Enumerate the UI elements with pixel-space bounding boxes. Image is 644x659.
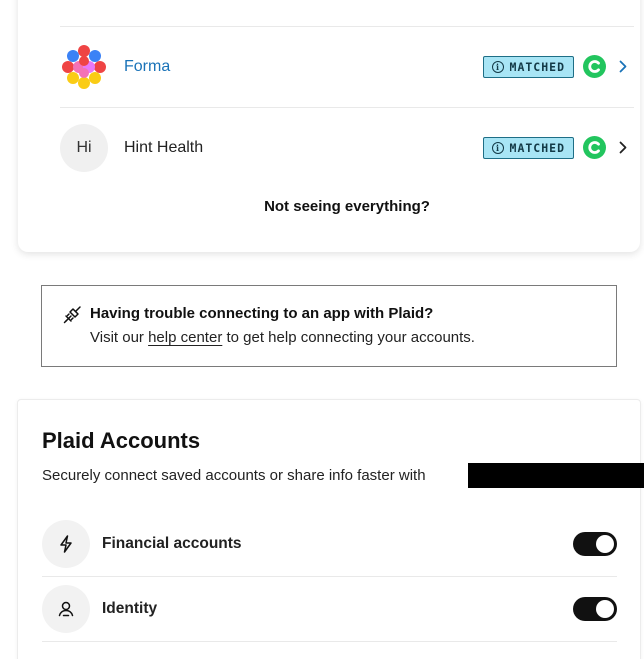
permission-label: Identity <box>102 600 158 617</box>
permission-label: Financial accounts <box>102 535 242 552</box>
c-logo-icon <box>583 55 606 78</box>
info-icon: i <box>491 60 504 73</box>
trouble-text-before: Visit our <box>90 329 149 346</box>
app-row-forma[interactable]: Forma i MATCHED <box>60 26 634 107</box>
matched-badge[interactable]: i MATCHED <box>482 55 574 78</box>
chevron-right-icon[interactable] <box>618 141 628 155</box>
redacted-block <box>468 463 644 488</box>
app-name[interactable]: Forma <box>124 58 170 76</box>
plaid-accounts-card: Plaid Accounts Securely connect saved ac… <box>17 399 644 659</box>
person-icon <box>42 585 90 633</box>
trouble-connecting-notice: Having trouble connecting to an app with… <box>41 285 617 367</box>
app-name[interactable]: Hint Health <box>124 139 203 157</box>
chevron-right-icon[interactable] <box>618 60 628 74</box>
toggle-knob <box>596 600 614 618</box>
identity-toggle[interactable] <box>573 597 617 621</box>
forma-flower-logo <box>60 43 108 91</box>
plaid-accounts-subtitle: Securely connect saved accounts or share… <box>42 467 426 484</box>
not-seeing-everything-link[interactable]: Not seeing everything? <box>60 198 634 215</box>
divider <box>42 641 617 642</box>
info-icon: i <box>491 141 504 154</box>
permission-row-financial-accounts: Financial accounts <box>42 512 617 576</box>
toggle-knob <box>596 535 614 553</box>
connected-apps-card: Forma i MATCHED Hi Hint Health i MATCHED… <box>18 0 640 252</box>
app-row-hint-health[interactable]: Hi Hint Health i MATCHED <box>60 107 634 188</box>
trouble-text: Visit our help center to get help connec… <box>90 329 475 346</box>
matched-badge-label: MATCHED <box>509 59 565 74</box>
trouble-title: Having trouble connecting to an app with… <box>90 305 434 322</box>
plug-icon <box>62 305 82 325</box>
financial-accounts-toggle[interactable] <box>573 532 617 556</box>
matched-badge-label: MATCHED <box>509 140 565 155</box>
permission-row-identity: Identity <box>42 577 617 641</box>
plaid-accounts-title: Plaid Accounts <box>42 428 201 453</box>
help-center-link[interactable]: help center <box>148 329 222 346</box>
app-initials-avatar: Hi <box>60 123 108 172</box>
c-logo-icon <box>583 136 606 159</box>
trouble-text-after: to get help connecting your accounts. <box>222 329 475 346</box>
matched-badge[interactable]: i MATCHED <box>482 136 574 159</box>
lightning-icon <box>42 520 90 568</box>
